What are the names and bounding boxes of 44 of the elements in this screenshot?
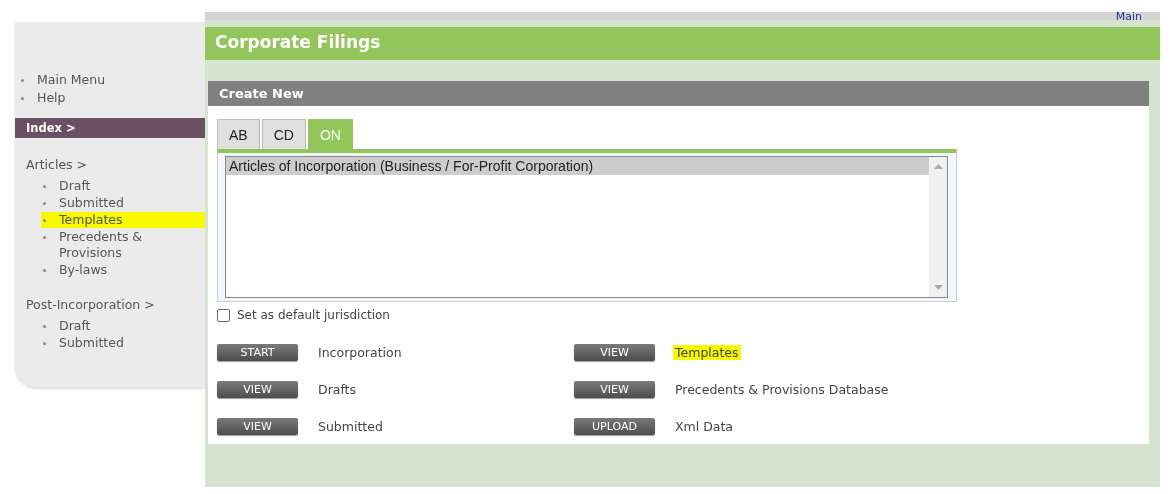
menu-link[interactable]: Main Menu	[37, 72, 106, 88]
menu-link[interactable]: Help	[37, 90, 66, 106]
section-link[interactable]: Post-Incorporation >	[26, 297, 155, 312]
listbox[interactable]: Articles of Incorporation (Business / For-Profit Corporation)	[225, 156, 948, 298]
list-option[interactable]: Articles of Incorporation (Business / For-Profit Corporation)	[226, 157, 929, 175]
sidebar-link[interactable]: Draft	[59, 318, 91, 334]
bullet-icon	[21, 96, 24, 100]
action-button[interactable]: VIEW	[217, 418, 298, 435]
action-label: Drafts	[318, 382, 357, 397]
action-button[interactable]: START	[217, 344, 298, 361]
jurisdiction-tab[interactable]: CD	[261, 119, 306, 149]
action-button[interactable]: VIEW	[574, 344, 655, 361]
action-button[interactable]: VIEW	[574, 381, 655, 398]
scroll-up-icon[interactable]	[933, 164, 943, 169]
bullet-icon	[43, 219, 46, 222]
bullet-icon	[43, 269, 46, 272]
action-label: Templates	[673, 345, 741, 360]
section-link[interactable]: Articles >	[26, 157, 88, 172]
action-button[interactable]: UPLOAD	[574, 418, 655, 435]
panel-title: Create New	[208, 81, 1149, 106]
sidebar-link[interactable]: By-laws	[59, 262, 108, 278]
action-label: Submitted	[318, 419, 383, 434]
bullet-icon	[43, 202, 46, 205]
checkbox[interactable]	[217, 308, 230, 322]
jurisdiction-tab[interactable]: AB	[217, 119, 260, 149]
action-label: Precedents & Provisions Database	[675, 382, 889, 397]
action-label: Incorporation	[318, 345, 402, 360]
sidebar-link[interactable]: Draft	[59, 178, 91, 194]
sidebar-link[interactable]: Submitted	[59, 195, 124, 211]
action-button[interactable]: VIEW	[217, 381, 298, 398]
action-label: Xml Data	[675, 419, 734, 434]
page-title: Corporate Filings	[205, 27, 1160, 60]
sidebar-link[interactable]: Precedents & Provisions	[59, 229, 159, 261]
scroll-down-icon[interactable]	[933, 285, 943, 290]
checkbox-label: Set as default jurisdiction	[237, 308, 390, 322]
bullet-icon	[43, 236, 46, 239]
bullet-icon	[43, 325, 46, 328]
sidebar-link[interactable]: Templates	[57, 212, 125, 228]
index-bar[interactable]: Index >	[15, 118, 205, 138]
bullet-icon	[21, 78, 24, 82]
main-link[interactable]: Main	[1115, 12, 1142, 21]
sidebar-link[interactable]: Submitted	[59, 335, 124, 351]
bullet-icon	[43, 342, 46, 345]
bullet-icon	[43, 185, 46, 188]
